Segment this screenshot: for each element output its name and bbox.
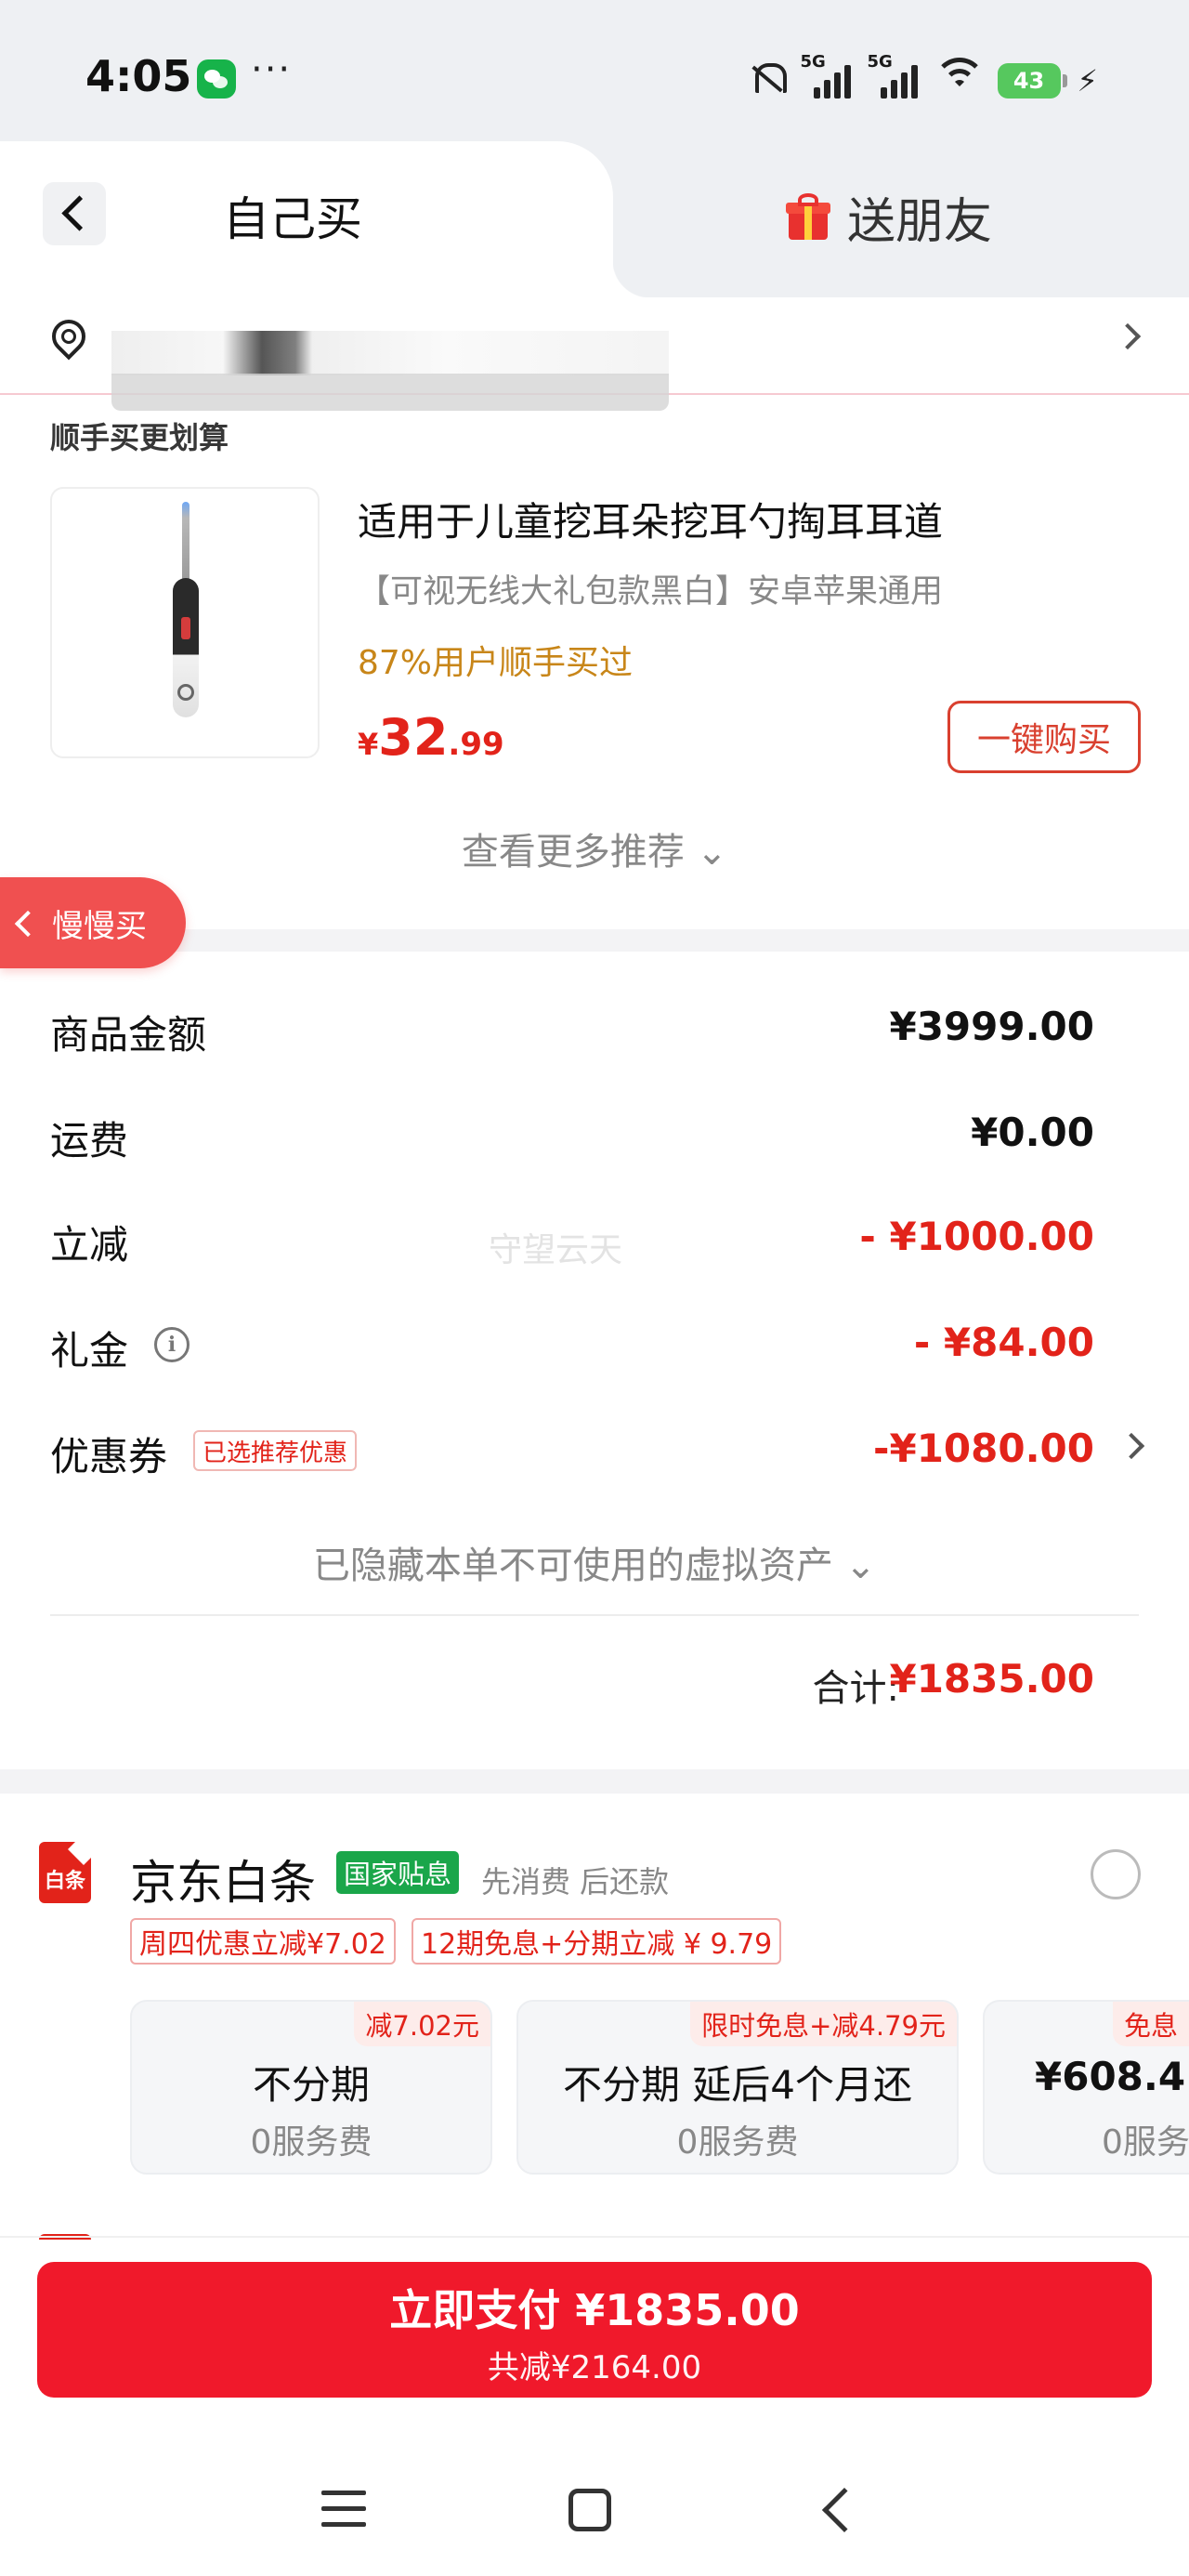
instant-discount-label: 立减 [50, 1222, 129, 1268]
system-nav-bar [0, 2435, 1189, 2576]
signal-icon: 5G [868, 52, 921, 99]
total-savings-label: 共减¥2164.00 [487, 2349, 702, 2386]
section-divider [0, 1769, 1189, 1794]
tab-gift-friend[interactable]: 送朋友 [786, 182, 992, 252]
recent-apps-icon[interactable] [321, 2491, 366, 2528]
plan-title: 不分期 延后4个月还 [562, 2062, 913, 2108]
plan-title: 不分期 [252, 2062, 370, 2108]
plan-badge: 减7.02元 [354, 2002, 490, 2046]
address-redacted [111, 374, 669, 411]
installment-plan-card[interactable]: 限时免息+减4.79元 不分期 延后4个月还 0服务费 [516, 2000, 959, 2175]
price-integer: 32 [378, 708, 449, 767]
product-price: ¥32.99 [358, 708, 504, 767]
more-notifications-icon: ··· [251, 48, 293, 91]
battery-icon: 43 [997, 63, 1067, 99]
coupon-label[interactable]: 优惠券 [50, 1426, 167, 1482]
address-redacted [111, 331, 669, 375]
back-icon[interactable] [821, 2487, 868, 2533]
baitiao-desc: 先消费 后还款 [481, 1864, 670, 1899]
plan-badge: 免息 [1112, 2002, 1189, 2046]
baitiao-title[interactable]: 京东白条 [130, 1846, 316, 1912]
back-button[interactable] [43, 182, 106, 245]
shipping-value: ¥0.00 [971, 1110, 1094, 1155]
status-time: 4:05 [85, 51, 192, 101]
gift-icon [786, 192, 830, 242]
coupon-value[interactable]: -¥1080.00 [873, 1426, 1094, 1471]
instant-discount-value: - ¥1000.00 [859, 1214, 1094, 1259]
total-label: 合计: [812, 1667, 899, 1710]
product-users-bought: 87%用户顺手买过 [358, 644, 634, 682]
pay-now-label: 立即支付 ¥1835.00 [389, 2285, 800, 2335]
product-title[interactable]: 适用于儿童挖耳朵挖耳勺掏耳耳道 [358, 491, 943, 547]
divider [0, 2236, 1189, 2238]
address-bar[interactable] [0, 297, 1189, 411]
gift-money-label: 礼金 [50, 1328, 129, 1373]
tab-gift-friend-label: 送朋友 [847, 194, 993, 250]
signal-label: 5G [800, 52, 826, 72]
charging-icon: ⚡ [1077, 63, 1098, 99]
goods-amount-label: 商品金额 [50, 1012, 207, 1058]
installment-plan-card[interactable]: 减7.02元 不分期 0服务费 [130, 2000, 492, 2175]
plan-title: ¥608.41 [1035, 2054, 1189, 2099]
wechat-icon [197, 59, 236, 99]
baitiao-logo-text: 白条 [44, 1870, 85, 1893]
total-value: ¥1835.00 [889, 1656, 1094, 1702]
info-icon[interactable]: i [154, 1327, 189, 1362]
gift-money-value: - ¥84.00 [913, 1320, 1094, 1365]
watermark: 守望云天 [489, 1231, 623, 1269]
promo-tag: 周四优惠立减¥7.02 [130, 1918, 396, 1965]
mute-icon [747, 58, 788, 99]
more-recommendations-link[interactable]: 查看更多推荐 ⌄ [0, 821, 1189, 875]
battery-level: 43 [1013, 68, 1045, 94]
chevron-right-icon [1114, 322, 1142, 350]
signal-label: 5G [867, 52, 893, 72]
tab-self-buy-label[interactable]: 自己买 [223, 182, 362, 249]
wifi-icon [934, 56, 985, 99]
slow-buy-label: 慢慢买 [52, 907, 147, 945]
shipping-label: 运费 [50, 1118, 129, 1163]
plan-fee: 0服务费 [250, 2123, 372, 2162]
baitiao-logo-icon: 白条 [39, 1842, 91, 1903]
plan-fee: 0服务费 [1102, 2123, 1189, 2162]
baitiao-radio[interactable] [1091, 1849, 1141, 1899]
signal-icon: 5G [801, 52, 855, 99]
product-image[interactable] [50, 487, 320, 758]
plan-fee: 0服务费 [676, 2123, 799, 2162]
chevron-right-icon[interactable] [1117, 1432, 1145, 1460]
plan-badge: 限时免息+减4.79元 [690, 2002, 957, 2046]
divider [50, 1614, 1139, 1616]
coupon-recommended-tag: 已选推荐优惠 [193, 1430, 358, 1471]
price-decimal: .99 [448, 726, 504, 763]
goods-amount-value: ¥3999.00 [889, 1004, 1094, 1049]
status-bar: 4:05 ··· 5G 5G 43 ⚡ [0, 0, 1189, 149]
installment-plan-card[interactable]: 免息 ¥608.41 0服务费 [983, 2000, 1189, 2175]
hidden-assets-toggle[interactable]: 已隐藏本单不可使用的虚拟资产 ⌄ [0, 1535, 1189, 1589]
recommendation-title: 顺手买更划算 [50, 420, 229, 455]
pay-now-button[interactable]: 立即支付 ¥1835.00 共减¥2164.00 [37, 2262, 1152, 2398]
price-symbol: ¥ [358, 727, 379, 762]
slow-buy-button[interactable]: 慢慢买 [0, 877, 186, 968]
one-click-buy-button[interactable]: 一键购买 [947, 701, 1141, 773]
promo-tag: 12期免息+分期立减 ¥ 9.79 [412, 1918, 782, 1965]
home-icon[interactable] [568, 2489, 611, 2531]
national-subsidy-badge: 国家贴息 [336, 1851, 460, 1894]
product-spec: 【可视无线大礼包款黑白】安卓苹果通用 [358, 573, 944, 611]
location-pin-icon [48, 318, 89, 374]
